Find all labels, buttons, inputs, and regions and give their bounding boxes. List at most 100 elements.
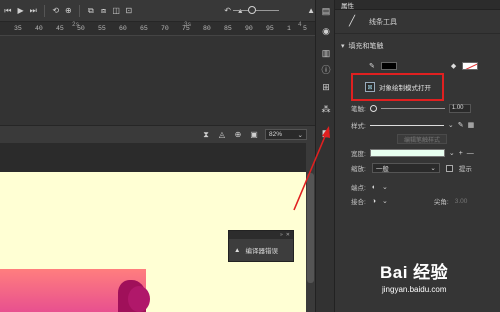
ruler-tick-label: 1	[287, 25, 291, 32]
panel-header: » ✕	[229, 231, 293, 239]
onion-outline-icon[interactable]: ⧈	[100, 6, 108, 16]
timeline-panel: ⏮ ▶ ⏭ ⟲ ⊕ ⧉ ⧈ ◫ ⊡ ↶ ▴ ▲ 2s 3s 4 35 40 45…	[0, 0, 315, 125]
remove-width-icon[interactable]: —	[467, 150, 474, 157]
chevron-down-icon: ⌄	[297, 131, 303, 139]
toolbar-divider	[44, 4, 45, 17]
fill-color-swatch[interactable]	[462, 62, 479, 70]
timeline-frames[interactable]	[0, 36, 315, 125]
modify-markers-icon[interactable]: ⊡	[125, 6, 133, 16]
line-tool-icon: ╱	[349, 16, 356, 27]
ruler-tick-label: 90	[245, 25, 253, 32]
timeline-zoom-slider[interactable]	[233, 10, 279, 11]
chevron-down-icon[interactable]: ⌄	[382, 197, 388, 205]
style-row: 样式: ⌄ ✎ ▦	[335, 120, 500, 130]
center-stage-icon[interactable]: ⊕	[233, 130, 243, 140]
watermark-url: jingyan.baidu.com	[382, 285, 447, 294]
join-row: 接合: ◑ ⌄ 尖角: 3.00	[335, 196, 500, 207]
tool-name: 线条工具	[369, 18, 398, 26]
stroke-slider[interactable]	[380, 107, 445, 109]
play-icon[interactable]: ▶	[17, 6, 25, 16]
chevron-down-icon: ▾	[341, 43, 345, 50]
hint-checkbox[interactable]	[445, 164, 453, 172]
onion-skin-icon[interactable]: ⧉	[87, 6, 95, 16]
undo-icon[interactable]: ↶	[224, 6, 232, 16]
stroke-options-icon[interactable]: ▦	[468, 121, 475, 129]
tab-properties[interactable]: 属性	[341, 0, 354, 10]
chevron-down-icon: ⌄	[430, 165, 436, 172]
library-panel-icon[interactable]: ◉	[321, 26, 331, 36]
time-marker: 4	[298, 21, 302, 28]
stroke-slider-knob[interactable]	[369, 104, 377, 112]
scrollbar-thumb[interactable]	[307, 173, 314, 283]
align-panel-icon[interactable]: ▥	[321, 48, 331, 58]
style-label: 样式:	[351, 123, 366, 130]
compiler-errors-label: 编译器错误	[245, 248, 278, 255]
color-panel-icon[interactable]: ⁂	[321, 104, 331, 114]
width-profile-dropdown[interactable]	[369, 149, 445, 157]
compiler-errors-panel: » ✕ ▲ 编译器错误	[228, 230, 294, 262]
stroke-value-input[interactable]: 1.00	[448, 103, 471, 113]
cap-row: 端点: ◐ ⌄	[335, 182, 500, 193]
collapse-icon[interactable]: »	[280, 232, 283, 238]
scale-dropdown[interactable]: 一般 ⌄	[371, 163, 440, 173]
ruler-tick-label: 60	[119, 25, 127, 32]
ruler-tick-label: 85	[224, 25, 232, 32]
step-forward-icon[interactable]: ⏭	[29, 6, 37, 16]
canvas-shape[interactable]	[128, 286, 150, 312]
close-icon[interactable]: ✕	[286, 232, 290, 238]
info-panel-icon[interactable]: ⓘ	[321, 64, 331, 75]
zoom-dropdown[interactable]: 82% ⌄	[265, 129, 307, 140]
panel-tabbar: 属性	[335, 0, 500, 10]
panel-body[interactable]: ▲ 编译器错误	[229, 239, 293, 256]
transform-panel-icon[interactable]: ⊞	[321, 82, 331, 92]
chevron-down-icon[interactable]: ⌄	[382, 183, 388, 191]
edit-stroke-style-button[interactable]: 编辑笔触样式	[397, 134, 447, 144]
stroke-color-swatch[interactable]	[380, 62, 397, 70]
ruler-tick-label: 55	[98, 25, 106, 32]
ruler-tick-label: 45	[56, 25, 64, 32]
properties-panel-icon[interactable]: ▤	[321, 6, 331, 16]
edit-style-row: 编辑笔触样式	[335, 134, 500, 144]
ruler-tick-label: 80	[203, 25, 211, 32]
edit-symbols-icon[interactable]: ◬	[217, 130, 227, 140]
ruler-tick-label: 50	[77, 25, 85, 32]
style-dropdown[interactable]	[369, 124, 444, 126]
app-window: ⏮ ▶ ⏭ ⟲ ⊕ ⧉ ⧈ ◫ ⊡ ↶ ▴ ▲ 2s 3s 4 35 40 45…	[0, 0, 500, 312]
stroke-row: 笔触: 1.00	[335, 103, 500, 113]
rotate-stage-icon[interactable]: ▣	[249, 130, 259, 140]
pencil-icon: ✎	[369, 63, 375, 70]
zoom-in-icon[interactable]: ▲	[307, 6, 315, 16]
miter-value[interactable]: 3.00	[455, 198, 468, 205]
timeline-zoom-knob[interactable]	[248, 6, 256, 14]
chevron-down-icon[interactable]: ⌄	[448, 121, 454, 129]
edit-multiple-frames-icon[interactable]: ◫	[112, 6, 120, 16]
scale-value: 一般	[375, 166, 389, 173]
scale-row: 缩放: 一般 ⌄ 提示	[335, 163, 500, 173]
scale-label: 缩放:	[351, 166, 366, 173]
toolbar-divider	[79, 4, 80, 17]
loop-icon[interactable]: ⟲	[52, 6, 60, 16]
ruler-tick-label: 40	[35, 25, 43, 32]
motion-presets-icon[interactable]: ◧	[321, 128, 331, 138]
cap-label: 端点:	[351, 185, 366, 192]
add-width-icon[interactable]: +	[459, 150, 463, 157]
warning-icon: ▲	[234, 246, 241, 254]
ruler-tick-label: 75	[182, 25, 190, 32]
join-style-icon[interactable]: ◑	[372, 198, 376, 205]
chevron-down-icon[interactable]: ⌄	[449, 149, 455, 157]
width-row: 宽度: ⌄ + —	[335, 148, 500, 158]
fill-stroke-section-header[interactable]: ▾ 填充和笔触	[335, 40, 500, 52]
stage-scrollbar[interactable]	[306, 143, 315, 312]
highlight-box	[351, 73, 444, 101]
center-frame-icon[interactable]: ⊕	[65, 6, 73, 16]
edit-stroke-icon[interactable]: ✎	[458, 121, 464, 129]
ruler-tick-label: 70	[161, 25, 169, 32]
stroke-label: 笔触:	[351, 106, 366, 113]
width-label: 宽度:	[351, 151, 366, 158]
clip-content-icon[interactable]: ⧗	[201, 130, 211, 140]
ruler-tick-label: 35	[14, 25, 22, 32]
ruler-tick-label: 5	[303, 25, 307, 32]
frame-ruler[interactable]: 2s 3s 4 35 40 45 50 55 60 65 70 75 80 85…	[0, 21, 315, 36]
step-back-icon[interactable]: ⏮	[4, 6, 12, 16]
cap-style-icon[interactable]: ◐	[372, 184, 376, 191]
